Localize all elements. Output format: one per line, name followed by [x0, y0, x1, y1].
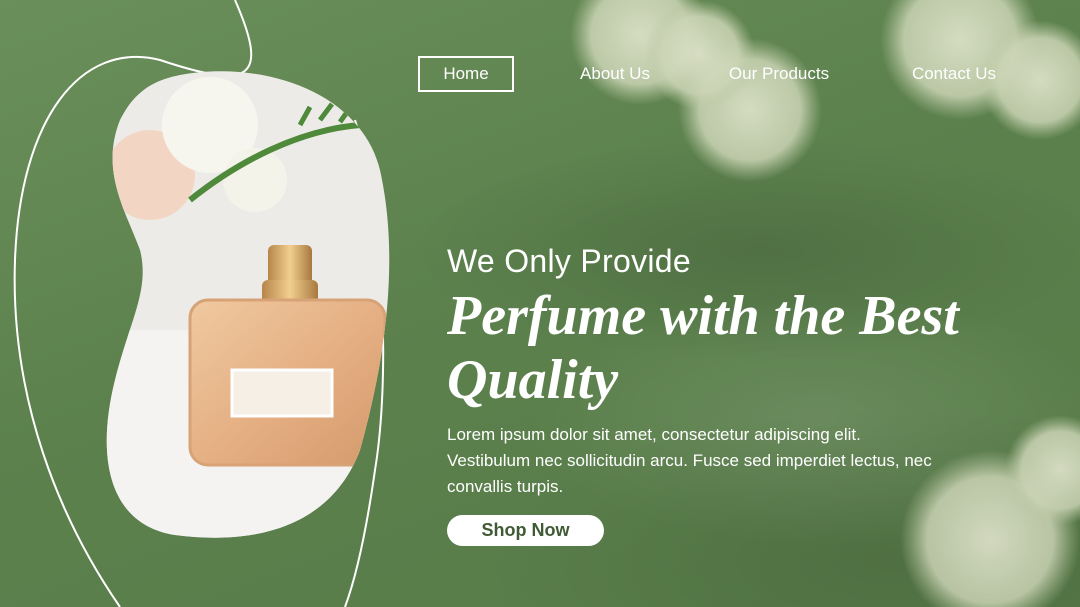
nav-home[interactable]: Home [418, 56, 514, 92]
perfume-bottle-image [106, 71, 390, 538]
nav-contact-us[interactable]: Contact Us [900, 56, 1008, 92]
hero-eyebrow: We Only Provide [447, 243, 691, 279]
nav-our-products[interactable]: Our Products [715, 56, 843, 92]
nav-about-us[interactable]: About Us [560, 56, 670, 92]
hero-body: Lorem ipsum dolor sit amet, consectetur … [447, 425, 932, 496]
main-nav: Home About Us Our Products Contact Us [0, 56, 1080, 92]
shop-now-button[interactable]: Shop Now [447, 515, 604, 546]
hero-headline: Perfume with the Best Quality [447, 285, 959, 411]
